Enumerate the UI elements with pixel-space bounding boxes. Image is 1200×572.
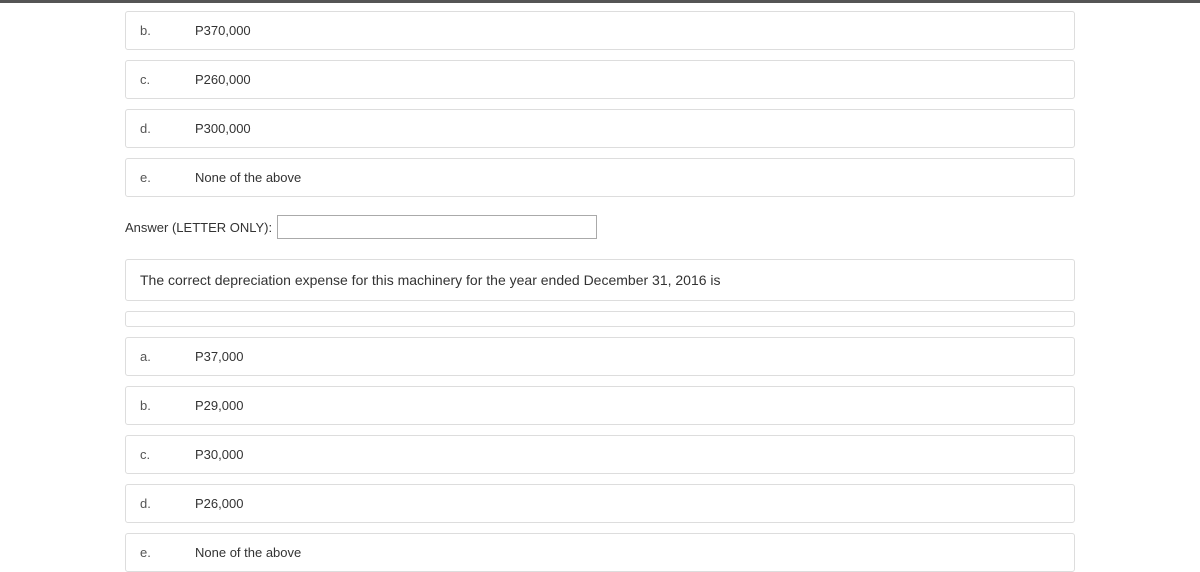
empty-row — [125, 311, 1075, 327]
option-row[interactable]: d. P300,000 — [125, 109, 1075, 148]
option-text: P300,000 — [195, 121, 251, 136]
option-letter: b. — [140, 398, 195, 413]
option-text: P30,000 — [195, 447, 243, 462]
answer-label: Answer (LETTER ONLY): — [125, 220, 272, 235]
option-text: P37,000 — [195, 349, 243, 364]
option-letter: c. — [140, 72, 195, 87]
option-letter: c. — [140, 447, 195, 462]
option-letter: e. — [140, 545, 195, 560]
option-letter: e. — [140, 170, 195, 185]
option-text: P29,000 — [195, 398, 243, 413]
answer-input[interactable] — [277, 215, 597, 239]
top-bar — [0, 0, 1200, 3]
option-row[interactable]: c. P260,000 — [125, 60, 1075, 99]
option-letter: b. — [140, 23, 195, 38]
content-container: b. P370,000 c. P260,000 d. P300,000 e. N… — [0, 11, 1200, 572]
question1-section: b. P370,000 c. P260,000 d. P300,000 e. N… — [125, 11, 1075, 239]
question-prompt: The correct depreciation expense for thi… — [125, 259, 1075, 301]
option-row[interactable]: e. None of the above — [125, 533, 1075, 572]
option-text: None of the above — [195, 170, 301, 185]
option-letter: d. — [140, 121, 195, 136]
option-text: P26,000 — [195, 496, 243, 511]
option-row[interactable]: d. P26,000 — [125, 484, 1075, 523]
option-row[interactable]: c. P30,000 — [125, 435, 1075, 474]
option-letter: d. — [140, 496, 195, 511]
option-text: P370,000 — [195, 23, 251, 38]
option-row[interactable]: a. P37,000 — [125, 337, 1075, 376]
question2-section: The correct depreciation expense for thi… — [125, 259, 1075, 572]
option-row[interactable]: b. P370,000 — [125, 11, 1075, 50]
answer-row: Answer (LETTER ONLY): — [125, 215, 1075, 239]
option-row[interactable]: e. None of the above — [125, 158, 1075, 197]
option-row[interactable]: b. P29,000 — [125, 386, 1075, 425]
option-text: P260,000 — [195, 72, 251, 87]
option-text: None of the above — [195, 545, 301, 560]
option-letter: a. — [140, 349, 195, 364]
